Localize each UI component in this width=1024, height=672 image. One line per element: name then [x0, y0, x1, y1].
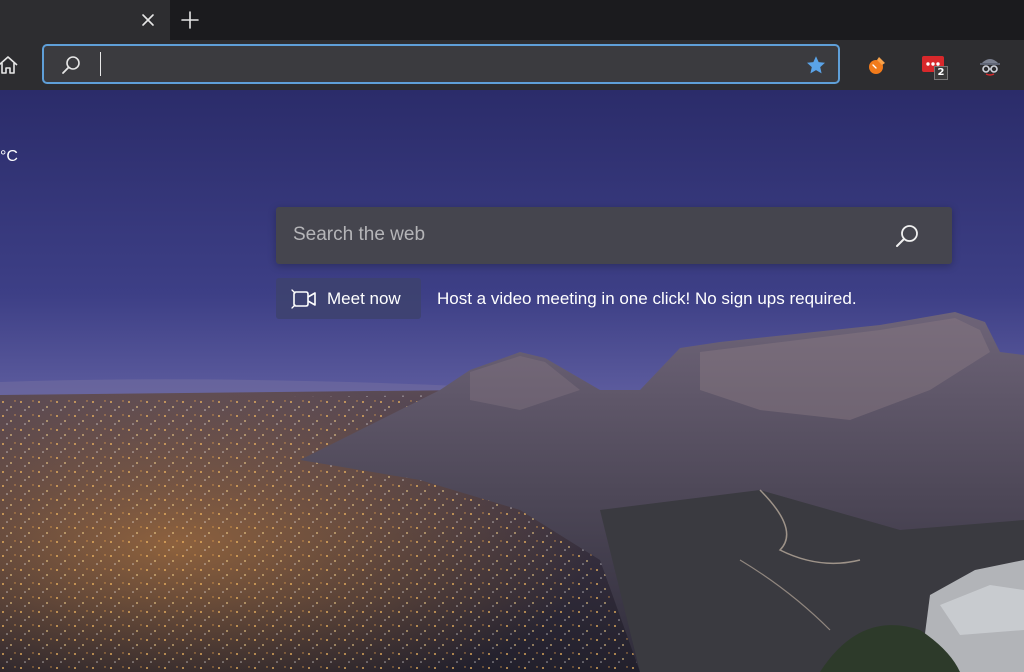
toolbar: 2 — [0, 40, 1024, 90]
tab-strip — [0, 0, 1024, 40]
torch-icon[interactable] — [864, 52, 890, 78]
address-bar[interactable] — [42, 44, 840, 84]
background-image — [0, 90, 1024, 672]
address-input[interactable] — [100, 50, 790, 78]
meet-now-button[interactable]: Meet now — [276, 278, 421, 319]
meet-now-description: Host a video meeting in one click! No si… — [437, 289, 857, 308]
web-search-box[interactable] — [276, 207, 952, 264]
dots-icon[interactable]: 2 — [920, 52, 948, 80]
video-camera-icon — [291, 288, 316, 309]
search-icon — [60, 54, 82, 76]
close-icon[interactable] — [137, 9, 159, 31]
search-input[interactable] — [293, 219, 873, 251]
star-icon[interactable] — [804, 53, 828, 77]
plus-icon[interactable] — [177, 7, 203, 33]
meet-now-label: Meet now — [327, 288, 401, 308]
active-tab[interactable] — [0, 0, 170, 40]
spy-icon[interactable] — [977, 52, 1003, 78]
extension-badge: 2 — [934, 66, 948, 80]
home-icon[interactable] — [0, 53, 20, 77]
weather-unit: °C — [0, 148, 18, 165]
text-caret — [100, 52, 101, 76]
search-icon[interactable] — [892, 221, 922, 251]
